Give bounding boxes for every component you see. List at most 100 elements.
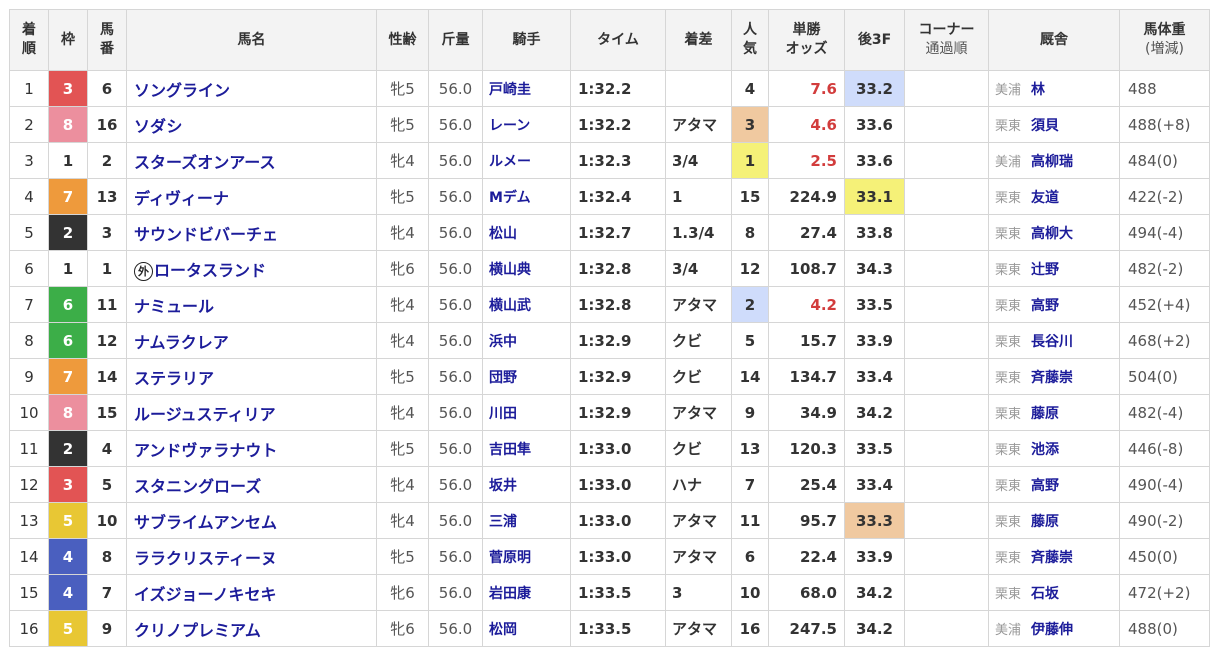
trainer-cell: 栗東 藤原: [988, 502, 1120, 539]
finish-position: 14: [9, 538, 49, 575]
trainer-link[interactable]: 藤原: [1031, 514, 1059, 530]
margin: 3: [665, 574, 732, 611]
margin: クビ: [665, 358, 732, 395]
foreign-horse-mark: 外: [134, 261, 153, 281]
sex-age: 牝4: [376, 214, 429, 251]
jockey-link[interactable]: 三浦: [489, 514, 517, 530]
finish-position: 6: [9, 250, 49, 287]
jockey-link[interactable]: 川田: [489, 406, 517, 422]
jockey-link[interactable]: 坂井: [489, 478, 517, 494]
finish-position: 8: [9, 322, 49, 359]
kinryo: 56.0: [428, 574, 483, 611]
table-row: 15 4 7 イズジョーノキセキ 牝6 56.0 岩田康 1:33.5 3 10 68.0 34.2 栗…: [9, 574, 1210, 611]
finish-position: 13: [9, 502, 49, 539]
jockey-link[interactable]: 戸崎圭: [489, 82, 531, 98]
horse-name-link[interactable]: アンドヴァラナウト: [134, 441, 277, 460]
race-time: 1:33.0: [570, 430, 666, 467]
jockey-link[interactable]: 岩田康: [489, 586, 531, 602]
body-weight: 488: [1119, 70, 1210, 107]
trainer-link[interactable]: 石坂: [1031, 586, 1059, 602]
horse-name-link[interactable]: ナミュール: [134, 297, 214, 316]
waku-badge: 1: [48, 250, 88, 287]
corner-order: [904, 322, 989, 359]
trainer-link[interactable]: 斉藤崇: [1031, 550, 1073, 566]
win-odds: 4.6: [768, 106, 845, 143]
corner-order: [904, 574, 989, 611]
jockey-cell: レーン: [482, 106, 571, 143]
trainer-link[interactable]: 高柳大: [1031, 226, 1073, 242]
horse-name-link[interactable]: クリノプレミアム: [134, 621, 261, 640]
jockey-link[interactable]: 松山: [489, 226, 517, 242]
stable-location: 栗東: [995, 442, 1022, 458]
jockey-link[interactable]: 吉田隼: [489, 442, 531, 458]
horse-name-cell: ナムラクレア: [126, 322, 377, 359]
jockey-link[interactable]: 浜中: [489, 334, 517, 350]
horse-name-link[interactable]: ロータスランド: [154, 261, 266, 280]
table-row: 2 8 16 ソダシ 牝5 56.0 レーン 1:32.2 アタマ 3 4.6 33.6 栗東 須貝 488…: [9, 106, 1210, 143]
jockey-link[interactable]: 団野: [489, 370, 517, 386]
horse-name-link[interactable]: ソングライン: [134, 81, 230, 100]
trainer-link[interactable]: 須貝: [1031, 118, 1059, 134]
body-weight: 422(-2): [1119, 178, 1210, 215]
horse-name-link[interactable]: ルージュスティリア: [134, 405, 276, 424]
horse-name-link[interactable]: イズジョーノキセキ: [134, 585, 277, 604]
jockey-cell: 三浦: [482, 502, 571, 539]
horse-name-link[interactable]: ナムラクレア: [134, 333, 229, 352]
horse-name-link[interactable]: ララクリスティーヌ: [134, 549, 277, 568]
jockey-link[interactable]: レーン: [489, 118, 530, 134]
popularity: 1: [731, 142, 769, 179]
trainer-cell: 栗東 斉藤崇: [988, 538, 1120, 575]
trainer-link[interactable]: 辻野: [1031, 262, 1059, 278]
horse-name-link[interactable]: ソダシ: [134, 117, 182, 136]
margin: アタマ: [665, 610, 732, 647]
waku-badge: 8: [48, 394, 88, 431]
jockey-link[interactable]: ルメー: [489, 154, 531, 170]
finish-position: 5: [9, 214, 49, 251]
race-time: 1:33.0: [570, 466, 666, 503]
horse-number: 11: [87, 286, 127, 323]
horse-name-link[interactable]: サブライムアンセム: [134, 513, 277, 532]
margin: 1: [665, 178, 732, 215]
race-time: 1:32.7: [570, 214, 666, 251]
body-weight: 446(-8): [1119, 430, 1210, 467]
margin: アタマ: [665, 286, 732, 323]
trainer-link[interactable]: 高柳瑞: [1031, 154, 1073, 170]
horse-name-link[interactable]: ディヴィーナ: [134, 189, 229, 208]
trainer-link[interactable]: 長谷川: [1031, 334, 1073, 350]
trainer-cell: 栗東 高柳大: [988, 214, 1120, 251]
trainer-link[interactable]: 伊藤伸: [1031, 622, 1073, 638]
kinryo: 56.0: [428, 538, 483, 575]
trainer-link[interactable]: 林: [1031, 82, 1045, 98]
jockey-link[interactable]: Mデム: [489, 190, 531, 206]
header-rank: 着順: [9, 9, 49, 71]
horse-name-link[interactable]: ステラリア: [134, 369, 214, 388]
horse-name-link[interactable]: スターズオンアース: [134, 153, 275, 172]
race-time: 1:32.2: [570, 106, 666, 143]
jockey-cell: 坂井: [482, 466, 571, 503]
jockey-link[interactable]: 松岡: [489, 622, 517, 638]
trainer-cell: 美浦 伊藤伸: [988, 610, 1120, 647]
header-umaban: 馬番: [87, 9, 127, 71]
popularity: 3: [731, 106, 769, 143]
popularity: 15: [731, 178, 769, 215]
jockey-link[interactable]: 横山武: [489, 298, 531, 314]
jockey-cell: 浜中: [482, 322, 571, 359]
trainer-link[interactable]: 斉藤崇: [1031, 370, 1073, 386]
trainer-cell: 栗東 須貝: [988, 106, 1120, 143]
finish-position: 11: [9, 430, 49, 467]
corner-order: [904, 70, 989, 107]
horse-name-link[interactable]: サウンドビバーチェ: [134, 225, 278, 244]
trainer-link[interactable]: 高野: [1031, 478, 1059, 494]
horse-name-link[interactable]: スタニングローズ: [134, 477, 261, 496]
trainer-link[interactable]: 高野: [1031, 298, 1059, 314]
jockey-link[interactable]: 横山典: [489, 262, 531, 278]
sex-age: 牝5: [376, 430, 429, 467]
horse-number: 6: [87, 70, 127, 107]
trainer-link[interactable]: 池添: [1031, 442, 1059, 458]
jockey-link[interactable]: 菅原明: [489, 550, 531, 566]
horse-number: 7: [87, 574, 127, 611]
trainer-link[interactable]: 藤原: [1031, 406, 1059, 422]
horse-number: 3: [87, 214, 127, 251]
trainer-link[interactable]: 友道: [1031, 190, 1059, 206]
margin: 3/4: [665, 250, 732, 287]
